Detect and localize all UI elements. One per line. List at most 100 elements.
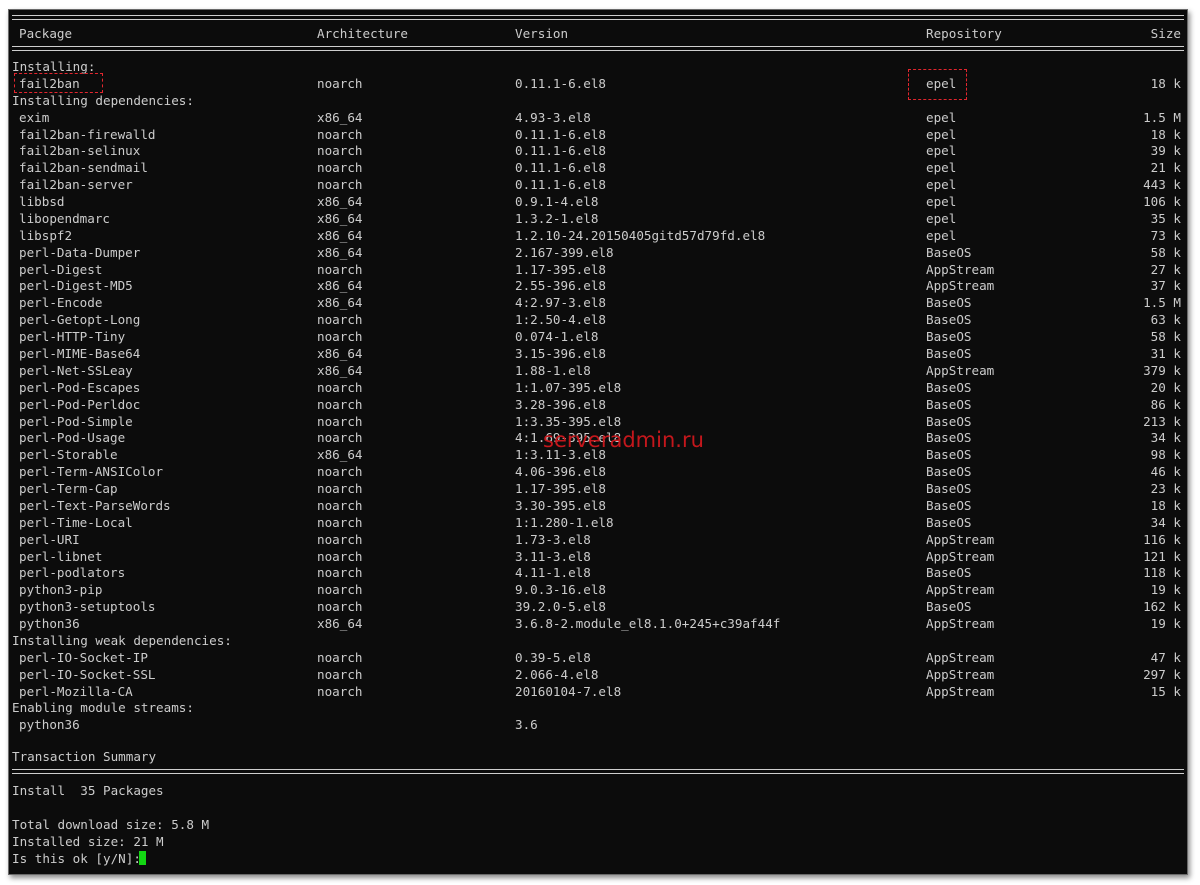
cell-package: perl-Mozilla-CA: [19, 683, 133, 699]
cell-package: perl-libnet: [19, 548, 103, 564]
cell-size: 21 k: [1150, 160, 1181, 176]
cell-repo: BaseOS: [926, 599, 972, 615]
cell-arch: noarch: [317, 126, 363, 142]
cell-size: 443 k: [1143, 177, 1181, 193]
cell-arch: noarch: [317, 329, 363, 345]
transaction-summary-title: Transaction Summary: [12, 749, 157, 764]
cell-arch: x86_64: [317, 244, 363, 260]
terminal-window[interactable]: Package Architecture Version Repository …: [8, 9, 1188, 875]
cell-arch: noarch: [317, 531, 363, 547]
cell-version: 9.0.3-16.el8: [515, 582, 606, 598]
cell-arch: x86_64: [317, 447, 363, 463]
header-repository: Repository: [926, 26, 1002, 41]
cell-package: libspf2: [19, 227, 73, 243]
cell-repo: BaseOS: [926, 346, 972, 361]
section-title: Installing:: [12, 59, 96, 74]
cell-arch: x86_64: [317, 362, 363, 378]
table-row: exim x86_64 4.93-3.el8 epel 1.5 M: [12, 109, 1181, 126]
cell-size: 118 k: [1143, 565, 1181, 581]
table-row: perl-Encode x86_64 4:2.97-3.el8 BaseOS 1.5 M: [12, 294, 1181, 311]
rule-summary: [12, 769, 1184, 774]
cell-version: 1:1.280-1.el8: [515, 514, 614, 530]
table-row: perl-Text-ParseWords noarch 3.30-395.el8 Ba…: [12, 497, 1181, 514]
cell-repo: BaseOS: [926, 396, 972, 412]
cell-arch: x86_64: [317, 109, 363, 125]
cell-size: 121 k: [1143, 548, 1181, 564]
cell-size: 162 k: [1143, 599, 1181, 615]
cell-package: fail2ban-sendmail: [19, 160, 148, 176]
table-row: perl-IO-Socket-IP noarch 0.39-5.el8 AppStre…: [12, 649, 1181, 666]
cell-repo: AppStream: [926, 683, 995, 699]
cell-repo: BaseOS: [926, 481, 972, 496]
cell-package: perl-Digest: [19, 261, 103, 277]
cell-size: 37 k: [1150, 278, 1181, 294]
table-row: perl-Net-SSLeay x86_64 1.88-1.el8 AppStream…: [12, 362, 1181, 379]
cell-version: 2.55-396.el8: [515, 278, 606, 294]
cell-package: perl-Digest-MD5: [19, 278, 133, 294]
cell-arch: x86_64: [317, 616, 363, 631]
cell-version: 3.11-3.el8: [515, 548, 591, 564]
cell-package: python3-setuptools: [19, 599, 156, 615]
cell-version: 0.11.1-6.el8: [515, 75, 606, 91]
total-download-size: Total download size: 5.8 M: [12, 817, 210, 832]
cell-arch: noarch: [317, 312, 363, 328]
cell-package: perl-Encode: [19, 295, 103, 311]
cell-version: 1:3.35-395.el8: [515, 413, 622, 429]
cell-arch: noarch: [317, 75, 363, 91]
rule-top: [12, 15, 1184, 20]
cell-size: 19 k: [1150, 582, 1181, 598]
cell-arch: x86_64: [317, 194, 363, 209]
highlight-epel-repo: [908, 69, 967, 100]
cell-version: 1.17-395.el8: [515, 261, 606, 277]
cell-size: 47 k: [1150, 649, 1181, 665]
cell-repo: AppStream: [926, 278, 995, 294]
table-row: perl-Term-Cap noarch 1.17-395.el8 BaseOS 23 …: [12, 480, 1181, 497]
cell-repo: epel: [926, 227, 957, 243]
table-row: perl-Getopt-Long noarch 1:2.50-4.el8 BaseOS…: [12, 311, 1181, 328]
table-row: perl-Pod-Perldoc noarch 3.28-396.el8 BaseOS…: [12, 396, 1181, 413]
cell-repo: epel: [926, 109, 957, 125]
cell-version: 0.9.1-4.el8: [515, 194, 599, 209]
cell-repo: BaseOS: [926, 497, 972, 513]
table-row: perl-Pod-Simple noarch 1:3.35-395.el8 BaseO…: [12, 413, 1181, 430]
table-row: fail2ban-selinux noarch 0.11.1-6.el8 epel 39…: [12, 142, 1181, 159]
cell-size: 31 k: [1150, 346, 1181, 361]
header-size: Size: [1150, 26, 1181, 41]
table-row: perl-Digest noarch 1.17-395.el8 AppStream 27…: [12, 261, 1181, 278]
cell-arch: x86_64: [317, 295, 363, 311]
header-architecture: Architecture: [317, 26, 408, 41]
cell-package: perl-MIME-Base64: [19, 346, 141, 361]
cell-repo: AppStream: [926, 582, 995, 598]
cell-size: 379 k: [1143, 362, 1181, 378]
cell-size: 35 k: [1150, 210, 1181, 226]
table-row: fail2ban-server noarch 0.11.1-6.el8 epel 443…: [12, 176, 1181, 193]
cell-version: 3.30-395.el8: [515, 497, 606, 513]
cell-size: 106 k: [1143, 194, 1181, 209]
confirm-prompt-line[interactable]: Is this ok [y/N]:: [12, 850, 1181, 867]
cell-package: perl-Pod-Escapes: [19, 379, 141, 395]
cell-package: perl-podlators: [19, 565, 126, 581]
cell-size: 63 k: [1150, 312, 1181, 328]
cell-package: python36: [19, 616, 80, 631]
cell-version: 3.28-396.el8: [515, 396, 606, 412]
cell-repo: BaseOS: [926, 244, 972, 260]
cell-repo: epel: [926, 160, 957, 176]
cell-arch: noarch: [317, 160, 363, 176]
cell-size: 46 k: [1150, 464, 1181, 480]
cell-package: perl-URI: [19, 531, 80, 547]
cell-version: 3.15-396.el8: [515, 346, 606, 361]
cell-package: perl-Getopt-Long: [19, 312, 141, 328]
cell-arch: noarch: [317, 548, 363, 564]
cell-package: perl-HTTP-Tiny: [19, 329, 126, 345]
cell-arch: x86_64: [317, 227, 363, 243]
cell-version: 3.6.8-2.module_el8.1.0+245+c39af44f: [515, 616, 781, 631]
table-row: fail2ban-firewalld noarch 0.11.1-6.el8 epel…: [12, 126, 1181, 143]
cell-repo: BaseOS: [926, 312, 972, 328]
cell-arch: noarch: [317, 683, 363, 699]
table-row: perl-Data-Dumper x86_64 2.167-399.el8 BaseO…: [12, 244, 1181, 261]
cell-arch: noarch: [317, 565, 363, 581]
cell-size: 20 k: [1150, 379, 1181, 395]
highlight-fail2ban-package: [14, 73, 103, 93]
terminal-cursor[interactable]: [139, 851, 146, 865]
cell-version: 4.11-1.el8: [515, 565, 591, 581]
